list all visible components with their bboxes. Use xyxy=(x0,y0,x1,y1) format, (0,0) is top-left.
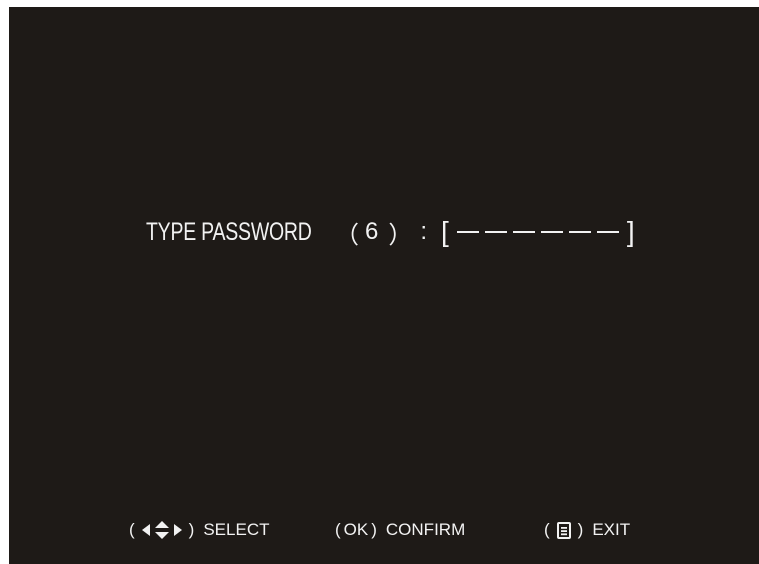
password-open-paren: （ xyxy=(335,221,359,249)
password-close-bracket: ] xyxy=(626,216,635,247)
password-slot-5 xyxy=(568,231,591,233)
footer-hints: ( ) SELECT ( OK ) CONFIRM () EXIT xyxy=(9,515,759,545)
osd-screen: TYPE PASSWORD （ 6 ） : [ ] () SELECT (O… xyxy=(9,7,759,564)
password-label: TYPE PASSWORD xyxy=(146,217,312,246)
password-slot-6 xyxy=(596,231,619,233)
exit-hint: ( ) EXIT xyxy=(544,520,631,539)
arrows-icon xyxy=(140,520,184,540)
password-slot-4 xyxy=(540,231,563,233)
password-close-paren: ） xyxy=(388,221,413,249)
exit-label: EXIT xyxy=(592,520,631,539)
password-prompt: TYPE PASSWORD （ 6 ） : [ ] xyxy=(146,212,635,252)
menu-icon xyxy=(556,521,571,539)
password-slot-1 xyxy=(456,231,479,233)
password-field[interactable] xyxy=(456,231,619,233)
select-label: SELECT xyxy=(203,520,270,539)
password-open-bracket: [ xyxy=(441,216,449,247)
select-hint: ( ) SELECT xyxy=(129,520,270,540)
password-slot-2 xyxy=(484,231,507,233)
confirm-label: CONFIRM xyxy=(385,520,466,539)
confirm-hint: ( OK ) CONFIRM xyxy=(335,520,466,539)
password-colon: : xyxy=(420,218,428,245)
password-slot-3 xyxy=(512,231,535,233)
password-digit-count: 6 xyxy=(365,218,379,245)
ok-key-label: OK xyxy=(343,520,369,539)
